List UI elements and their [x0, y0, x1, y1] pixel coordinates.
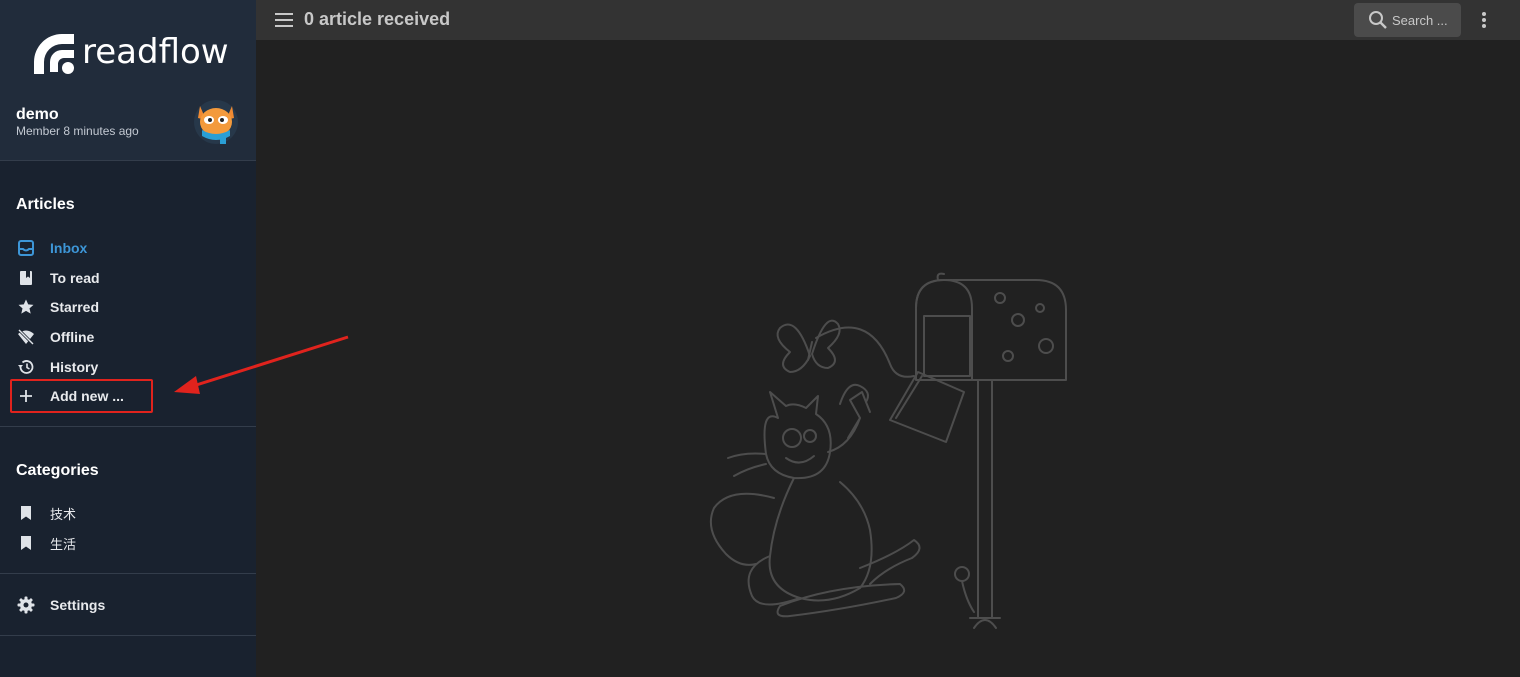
sidebar-item-label: Inbox [50, 240, 88, 256]
history-icon [16, 357, 36, 377]
page-title: 0 article received [304, 9, 451, 29]
app-name: readflow [82, 32, 229, 72]
search-icon[interactable] [1368, 10, 1388, 30]
sidebar-item-to-read[interactable]: To read [16, 265, 240, 291]
sidebar-item-category-tech[interactable]: 技术 [16, 500, 240, 526]
top-bar: 0 article received [256, 0, 1520, 40]
annotation-arrow [174, 335, 349, 394]
sidebar-item-category-life[interactable]: 生活 [16, 530, 240, 556]
star-icon [16, 297, 36, 317]
member-since: Member 8 minutes ago [16, 124, 139, 138]
inbox-icon [16, 238, 36, 258]
sidebar-item-label: Offline [50, 329, 95, 345]
sidebar-header: readflow demo Member 8 minutes ago [0, 0, 256, 161]
bookmark-icon [16, 503, 36, 523]
divider [0, 426, 256, 427]
gear-icon [16, 595, 36, 615]
sidebar-item-settings[interactable]: Settings [16, 592, 240, 618]
bookmark-icon [16, 533, 36, 553]
sidebar-item-inbox[interactable]: Inbox [16, 235, 240, 261]
highlight-annotation-box [10, 379, 153, 413]
divider [0, 635, 256, 636]
search-input[interactable] [1392, 12, 1456, 28]
user-name: demo [16, 106, 59, 123]
sidebar-item-label: History [50, 359, 99, 375]
wifi-off-icon [16, 327, 36, 347]
more-vertical-icon[interactable] [1474, 10, 1494, 30]
categories-section-title: Categories [16, 462, 99, 479]
avatar[interactable] [192, 96, 240, 146]
sidebar-item-label: 技术 [50, 507, 77, 523]
empty-inbox-illustration [710, 272, 1067, 629]
app-logo[interactable]: readflow [28, 28, 229, 76]
search-box[interactable] [1354, 3, 1461, 37]
divider [0, 573, 256, 574]
sidebar-item-label: Settings [50, 597, 106, 613]
rss-logo-icon [34, 34, 74, 74]
articles-section-title: Articles [16, 196, 75, 213]
hamburger-menu-icon[interactable] [274, 10, 294, 30]
sidebar-item-label: Starred [50, 299, 100, 315]
bookmark-book-icon [16, 268, 36, 288]
sidebar-item-starred[interactable]: Starred [16, 294, 240, 320]
sidebar-item-label: 生活 [50, 537, 77, 553]
sidebar-item-label: To read [50, 270, 100, 286]
